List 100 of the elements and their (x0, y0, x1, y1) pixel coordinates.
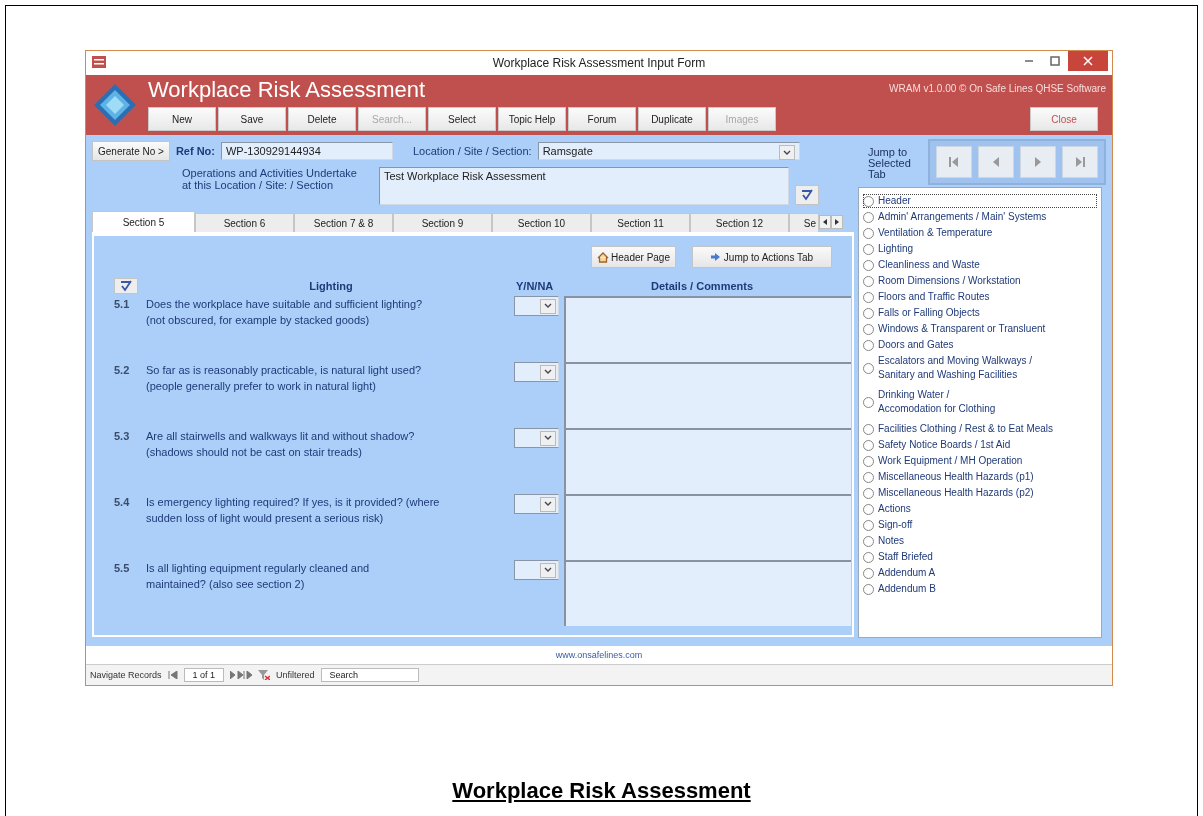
radio-button[interactable] (863, 307, 874, 319)
comments-field[interactable] (564, 428, 851, 494)
toolbar-button[interactable]: Duplicate (638, 107, 706, 131)
comments-field[interactable] (564, 494, 851, 560)
section-option[interactable]: Falls or Falling Objects (863, 306, 1097, 320)
comments-field[interactable] (564, 560, 851, 626)
caret-icon (544, 567, 552, 573)
section-option[interactable]: Admin' Arrangements / Main' Systems (863, 210, 1097, 224)
radio-button[interactable] (863, 243, 874, 255)
section-option[interactable]: Cleanliness and Waste (863, 258, 1097, 272)
record-field[interactable]: 1 of 1 (183, 668, 225, 682)
navigation-button[interactable] (936, 146, 972, 178)
section-option[interactable]: Addendum B (863, 582, 1097, 596)
operations-field[interactable]: Test Workplace Risk Assessment (378, 167, 789, 205)
radio-button[interactable] (863, 535, 874, 547)
section-option[interactable]: Notes (863, 534, 1097, 548)
answer-dropdown[interactable] (514, 296, 559, 316)
section-option[interactable]: Header (863, 194, 1097, 208)
radio-button[interactable] (863, 423, 874, 435)
section-tab[interactable]: Section 6 (195, 213, 294, 232)
caret-icon (544, 501, 552, 507)
section-option[interactable]: Miscellaneous Health Hazards (p2) (863, 486, 1097, 500)
toolbar-button[interactable]: Topic Help (498, 107, 566, 131)
question-number: 5.3 (114, 429, 131, 444)
section-option[interactable]: Addendum A (863, 566, 1097, 580)
search-field[interactable]: Search (320, 668, 419, 682)
radio-button[interactable] (863, 583, 874, 595)
section-option[interactable]: Ventilation & Temperature (863, 226, 1097, 240)
answer-dropdown[interactable] (514, 362, 559, 382)
toolbar-button[interactable]: Select (428, 107, 496, 131)
radio-button[interactable] (863, 291, 874, 303)
next-record-icon[interactable] (230, 671, 253, 679)
navigate-label: Navigate Records (90, 670, 162, 680)
section-option[interactable]: Drinking Water / Accomodation for Clothing (863, 388, 1097, 416)
answer-dropdown[interactable] (514, 428, 559, 448)
answer-dropdown[interactable] (514, 560, 559, 580)
navigation-button[interactable] (1062, 146, 1098, 178)
radio-button[interactable] (863, 519, 874, 531)
toolbar-button[interactable]: Delete (288, 107, 356, 131)
section-option[interactable]: Miscellaneous Health Hazards (p1) (863, 470, 1097, 484)
navigation-button[interactable] (1020, 146, 1056, 178)
section-tab[interactable]: Section 10 (492, 213, 591, 232)
section-option[interactable]: Lighting (863, 242, 1097, 256)
filter-status[interactable]: Unfiltered (276, 670, 315, 680)
question-number: 5.4 (114, 495, 131, 510)
radio-button[interactable] (863, 339, 874, 351)
radio-button[interactable] (863, 396, 874, 408)
section-option[interactable]: Staff Briefed (863, 550, 1097, 564)
toolbar-button[interactable]: Save (218, 107, 286, 131)
radio-button[interactable] (863, 227, 874, 239)
section-option[interactable]: Safety Notice Boards / 1st Aid (863, 438, 1097, 452)
section-option[interactable]: Actions (863, 502, 1097, 516)
section-option[interactable]: Facilities Clothing / Rest & to Eat Meals (863, 422, 1097, 436)
ref-field[interactable]: WP-130929144934 (221, 142, 393, 160)
section-tab[interactable]: Section 5 (92, 211, 195, 232)
section-option[interactable]: Windows & Transparent or Transluent (863, 322, 1097, 336)
radio-button[interactable] (863, 455, 874, 467)
radio-button[interactable] (863, 439, 874, 451)
radio-button[interactable] (863, 195, 874, 207)
radio-button[interactable] (863, 551, 874, 563)
section-option[interactable]: Floors and Traffic Routes (863, 290, 1097, 304)
website-link[interactable]: www.onsafelines.com (555, 650, 643, 660)
radio-button[interactable] (863, 567, 874, 579)
generate-number-button[interactable]: Generate No > (92, 141, 170, 161)
radio-button[interactable] (863, 362, 874, 374)
comments-field[interactable] (564, 296, 851, 362)
section-option[interactable]: Doors and Gates (863, 338, 1097, 352)
section-option[interactable]: Sign-off (863, 518, 1097, 532)
first-record-icon[interactable] (167, 671, 178, 679)
version-text: WRAM v1.0.00 © On Safe Lines QHSE Software (889, 83, 1106, 94)
navigation-button[interactable] (978, 146, 1014, 178)
section-tab[interactable]: Se (789, 213, 819, 232)
radio-button[interactable] (863, 275, 874, 287)
spellcheck-button[interactable] (794, 185, 819, 205)
toolbar-button[interactable]: New (148, 107, 216, 131)
section-tab[interactable]: Section 11 (591, 213, 690, 232)
location-combo[interactable]: Ramsgate (537, 142, 800, 160)
header-page-button[interactable]: Header Page (591, 246, 676, 268)
radio-button[interactable] (863, 471, 874, 483)
section-tab[interactable]: Section 12 (690, 213, 789, 232)
toolbar-button[interactable]: Forum (568, 107, 636, 131)
section-tab[interactable]: Section 7 & 8 (294, 213, 393, 232)
tab-scroll-right-button[interactable] (831, 215, 843, 229)
tab-scroll-left-button[interactable] (819, 215, 831, 229)
close-form-button[interactable]: Close (1030, 107, 1098, 131)
radio-button[interactable] (863, 487, 874, 499)
section-option[interactable]: Room Dimensions / Workstation (863, 274, 1097, 288)
answer-dropdown[interactable] (514, 494, 559, 514)
close-button[interactable] (1068, 51, 1108, 71)
jump-to-actions-button[interactable]: Jump to Actions Tab (692, 246, 832, 268)
radio-button[interactable] (863, 503, 874, 515)
radio-button[interactable] (863, 259, 874, 271)
radio-button[interactable] (863, 211, 874, 223)
section-option[interactable]: Work Equipment / MH Operation (863, 454, 1097, 468)
section-option[interactable]: Escalators and Moving Walkways / Sanitary and Washing Facilities (863, 354, 1097, 382)
radio-button[interactable] (863, 323, 874, 335)
app-title: Workplace Risk Assessment (148, 77, 426, 103)
spellcheck-button[interactable] (114, 278, 138, 294)
section-tab[interactable]: Section 9 (393, 213, 492, 232)
comments-field[interactable] (564, 362, 851, 428)
